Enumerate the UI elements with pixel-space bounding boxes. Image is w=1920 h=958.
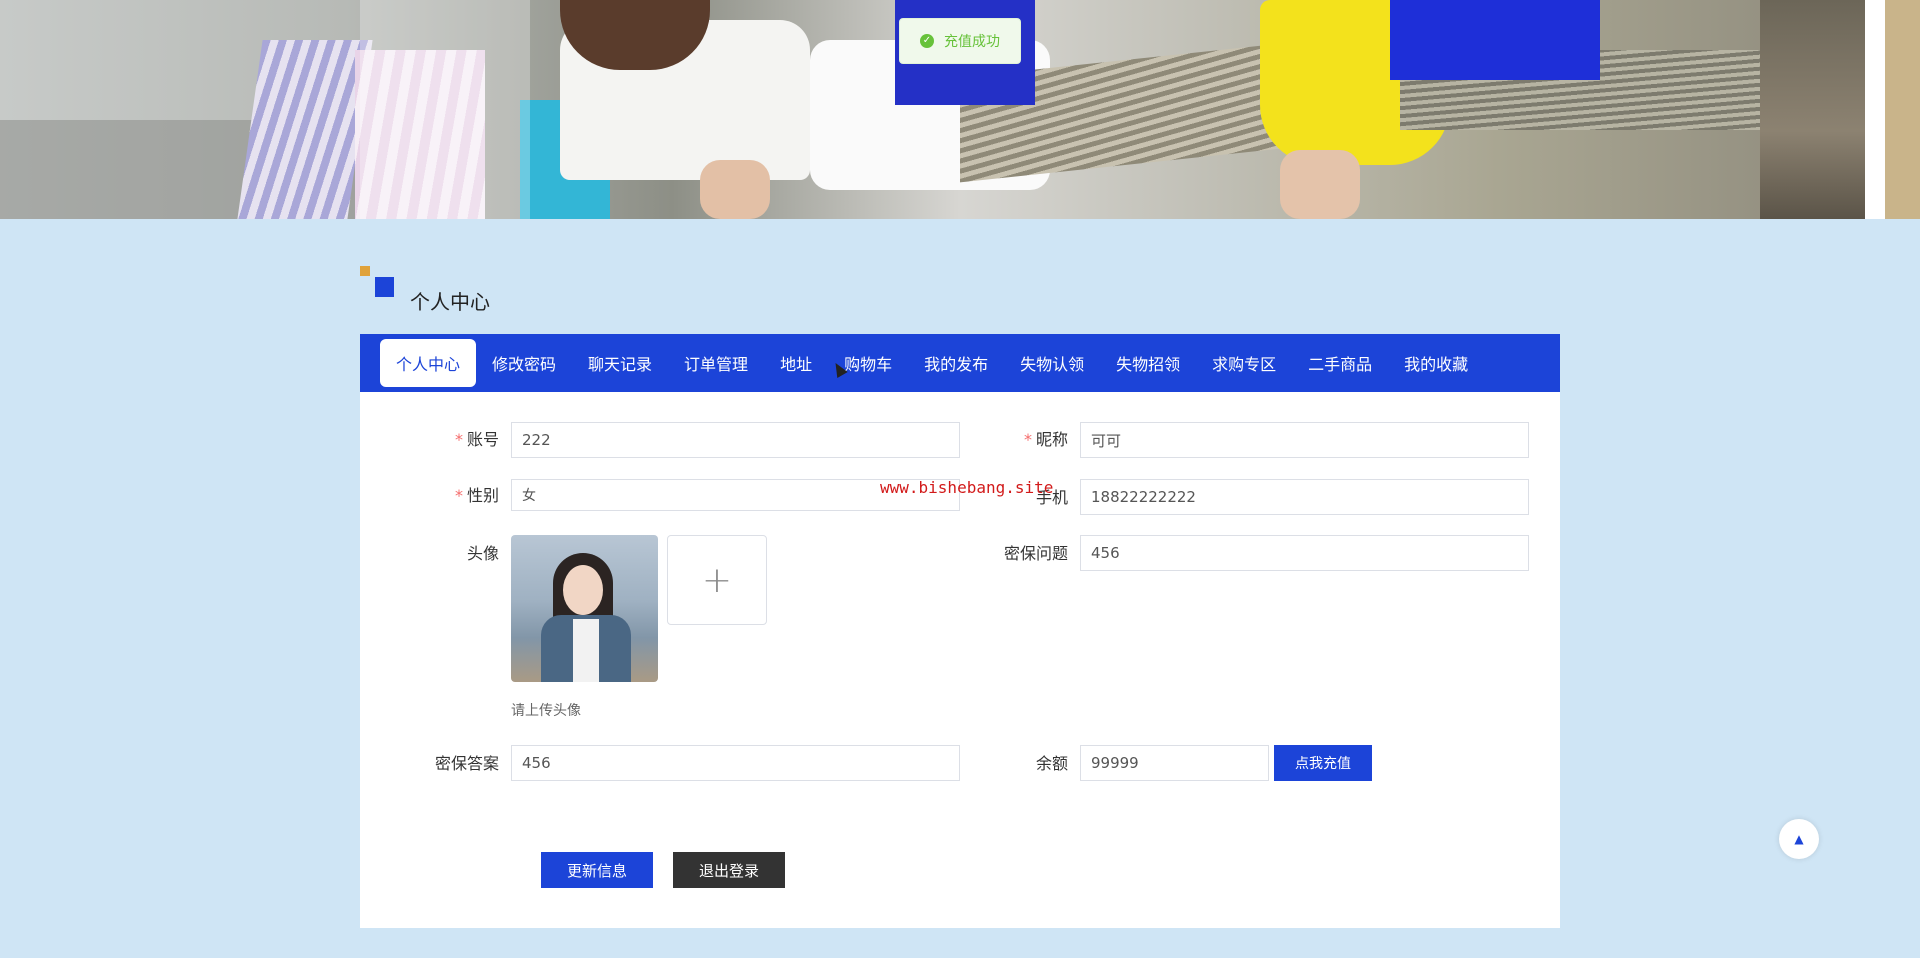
tab-chat-history[interactable]: 聊天记录 — [572, 339, 668, 387]
recharge-button[interactable]: 点我充值 — [1274, 745, 1372, 781]
tab-lost-claim[interactable]: 失物认领 — [1004, 339, 1100, 387]
title-decor-blue — [375, 277, 394, 297]
account-field[interactable] — [511, 422, 960, 458]
tab-orders[interactable]: 订单管理 — [668, 339, 764, 387]
toast-message: 充值成功 — [944, 34, 1000, 50]
security-answer-field[interactable] — [511, 745, 960, 781]
tab-second-hand[interactable]: 二手商品 — [1292, 339, 1388, 387]
avatar-image[interactable] — [511, 535, 658, 682]
security-question-label: 密保问题 — [1004, 544, 1069, 563]
title-decor-orange — [360, 266, 370, 276]
tab-wanted[interactable]: 求购专区 — [1196, 339, 1292, 387]
account-label: * 账号 — [455, 430, 500, 449]
gender-label: * 性别 — [455, 486, 500, 505]
avatar-upload-button[interactable]: + — [667, 535, 767, 625]
page-title: 个人中心 — [410, 290, 490, 314]
success-check-icon: ✓ — [920, 34, 934, 48]
watermark-text: www.bishebang.site — [880, 478, 1054, 497]
balance-label: 余额 — [1036, 754, 1069, 773]
tab-favorites[interactable]: 我的收藏 — [1388, 339, 1484, 387]
plus-icon: + — [701, 559, 733, 601]
tab-personal-center[interactable]: 个人中心 — [380, 339, 477, 387]
nickname-field[interactable] — [1080, 422, 1529, 458]
update-info-button[interactable]: 更新信息 — [541, 852, 653, 888]
avatar-hint: 请上传头像 — [511, 703, 581, 719]
tab-change-password[interactable]: 修改密码 — [476, 339, 572, 387]
phone-field[interactable] — [1080, 479, 1529, 515]
avatar-label: 头像 — [467, 544, 500, 563]
logout-button[interactable]: 退出登录 — [673, 852, 785, 888]
arrow-up-icon: ▲ — [1794, 832, 1804, 846]
tab-found-notice[interactable]: 失物招领 — [1100, 339, 1196, 387]
nickname-label: * 昵称 — [1024, 430, 1069, 449]
success-toast: ✓ 充值成功 — [899, 18, 1021, 64]
tab-bar: 个人中心 修改密码 聊天记录 订单管理 地址 购物车 我的发布 失物认领 失物招… — [360, 334, 1560, 392]
back-to-top-button[interactable]: ▲ — [1779, 819, 1819, 859]
profile-panel: 个人中心 修改密码 聊天记录 订单管理 地址 购物车 我的发布 失物认领 失物招… — [360, 334, 1560, 928]
tab-address[interactable]: 地址 — [764, 339, 828, 387]
security-question-field[interactable] — [1080, 535, 1529, 571]
balance-field[interactable] — [1080, 745, 1269, 781]
tab-my-posts[interactable]: 我的发布 — [908, 339, 1004, 387]
security-answer-label: 密保答案 — [435, 754, 500, 773]
